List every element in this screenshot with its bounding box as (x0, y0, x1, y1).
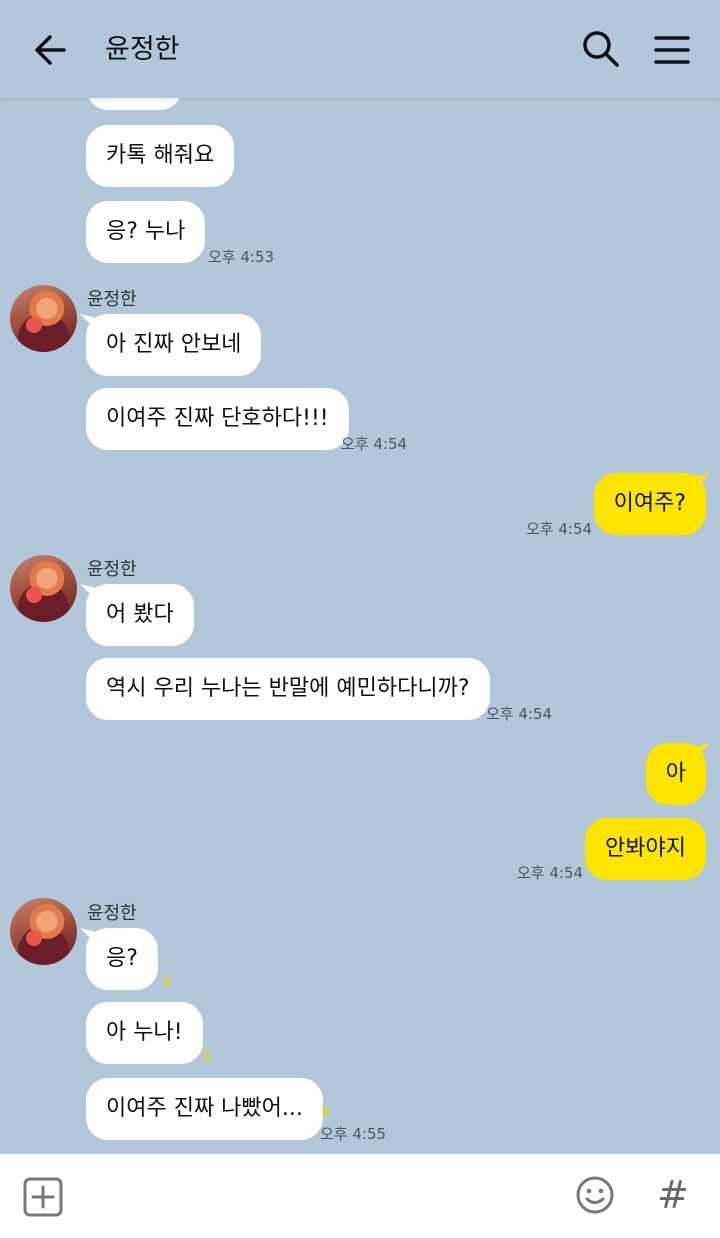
plus-square-icon (23, 1177, 63, 1217)
unread-count: 1 (320, 1104, 330, 1120)
arrow-left-icon (35, 35, 66, 65)
message-bubble-incoming[interactable]: 응? (86, 928, 158, 990)
message-bubble-incoming[interactable]: 응? 누나 (86, 201, 206, 263)
hamburger-menu-icon (654, 36, 690, 64)
message-timestamp: 오후 4:54 (517, 864, 584, 882)
chat-header: 윤정한 (0, 0, 720, 98)
sender-name: 윤정한 (87, 559, 137, 580)
search-icon (583, 31, 619, 67)
unread-count: 1 (202, 1048, 212, 1064)
hash-icon: # (657, 1173, 689, 1217)
search-button[interactable] (580, 28, 622, 70)
emoji-button[interactable] (574, 1174, 616, 1216)
chat-title: 윤정한 (105, 34, 180, 65)
bubble-tail (694, 473, 710, 489)
avatar[interactable] (10, 285, 77, 352)
message-timestamp: 오후 4:55 (320, 1125, 387, 1143)
chat-message-list[interactable]: 카톡 해줘요 응? 누나 오후 4:53 윤정한 아 진짜 안보네 이여주 진짜… (0, 98, 720, 1154)
message-bubble-incoming[interactable]: 아 진짜 안보네 (86, 314, 262, 376)
menu-button[interactable] (652, 30, 692, 70)
add-attachment-button[interactable] (22, 1176, 64, 1218)
message-timestamp: 오후 4:54 (526, 520, 593, 538)
message-bubble-outgoing[interactable]: 안봐야지 (585, 818, 706, 880)
message-bubble-incoming[interactable]: 이여주 진짜 나빴어... (86, 1078, 323, 1140)
sender-name: 윤정한 (87, 289, 137, 310)
message-timestamp: 오후 4:53 (208, 248, 275, 266)
back-button[interactable] (30, 30, 70, 70)
hashtag-button[interactable]: # (652, 1172, 694, 1218)
message-bubble-incoming[interactable] (86, 98, 182, 110)
message-bubble-incoming[interactable]: 이여주 진짜 단호하다!!! (86, 388, 349, 450)
unread-count: 1 (162, 974, 172, 990)
avatar[interactable] (10, 555, 77, 622)
message-timestamp: 오후 4:54 (486, 705, 553, 723)
bubble-tail (694, 743, 710, 759)
message-bubble-incoming[interactable]: 어 봤다 (86, 584, 194, 646)
message-timestamp: 오후 4:54 (341, 435, 408, 453)
message-bubble-outgoing[interactable]: 이여주? (593, 473, 706, 535)
sender-name: 윤정한 (87, 903, 137, 924)
avatar[interactable] (10, 898, 77, 965)
message-bubble-incoming[interactable]: 카톡 해줘요 (86, 125, 235, 187)
message-bubble-incoming[interactable]: 역시 우리 누나는 반말에 예민하다니까? (86, 658, 490, 720)
message-bubble-incoming[interactable]: 아 누나! (86, 1002, 203, 1064)
smiley-icon (576, 1176, 614, 1214)
input-bar: # (0, 1154, 720, 1238)
